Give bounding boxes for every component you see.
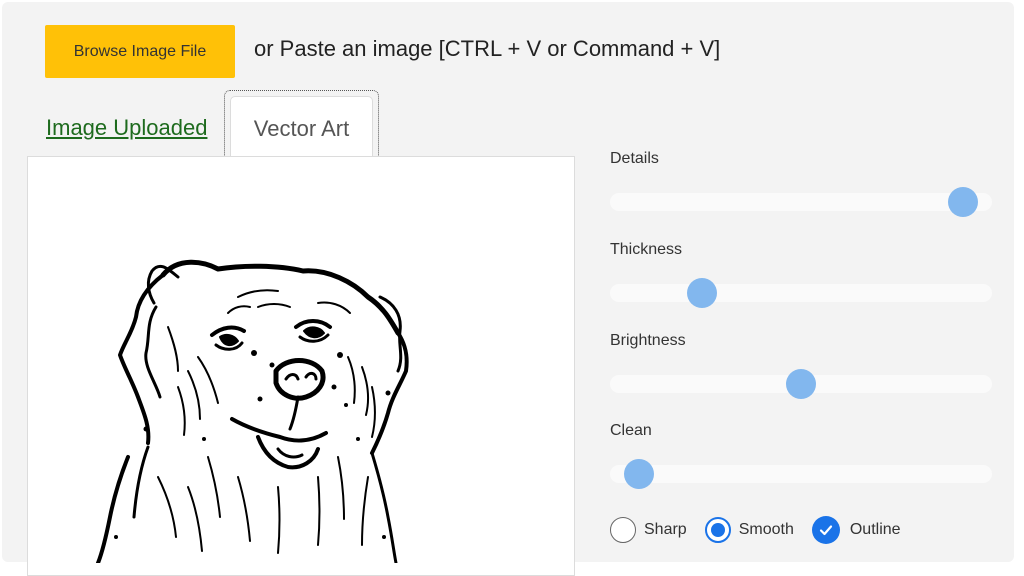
sharp-label: Sharp — [644, 521, 687, 538]
thickness-slider-group: Thickness — [610, 241, 992, 311]
smooth-option[interactable]: Smooth — [704, 517, 794, 543]
thickness-slider-thumb[interactable] — [687, 278, 718, 308]
brightness-slider-group: Brightness — [610, 332, 992, 402]
tab-vector-art-label: Vector Art — [253, 115, 350, 141]
details-label: Details — [610, 150, 659, 167]
brightness-label: Brightness — [610, 332, 686, 349]
thickness-slider-track[interactable] — [610, 284, 992, 302]
sharp-radio[interactable] — [610, 517, 636, 543]
checkmark-icon — [819, 525, 832, 536]
render-options: Sharp Smooth Outline — [610, 514, 919, 546]
brightness-slider-thumb[interactable] — [786, 369, 816, 399]
thickness-label: Thickness — [610, 241, 683, 258]
sharp-option[interactable]: Sharp — [610, 517, 687, 543]
clean-label: Clean — [610, 422, 652, 439]
details-slider-group: Details — [610, 150, 992, 220]
details-slider-thumb[interactable] — [947, 187, 978, 217]
outline-checkbox[interactable] — [811, 516, 840, 544]
details-slider-track[interactable] — [610, 193, 992, 211]
tab-image-uploaded[interactable]: Image Uploaded — [46, 115, 207, 141]
browse-image-button[interactable]: Browse Image File — [45, 25, 235, 78]
outline-option[interactable]: Outline — [811, 516, 901, 544]
clean-slider-thumb[interactable] — [624, 459, 655, 489]
outline-label: Outline — [849, 521, 901, 538]
smooth-label: Smooth — [738, 521, 794, 538]
dog-sketch-image — [96, 259, 409, 565]
clean-slider-group: Clean — [610, 422, 992, 492]
smooth-radio[interactable] — [704, 517, 731, 543]
clean-slider-track[interactable] — [610, 465, 992, 483]
tab-vector-art[interactable]: Vector Art — [230, 96, 373, 160]
paste-hint: or Paste an image [CTRL + V or Command +… — [254, 36, 721, 61]
vector-art-preview — [27, 156, 575, 576]
